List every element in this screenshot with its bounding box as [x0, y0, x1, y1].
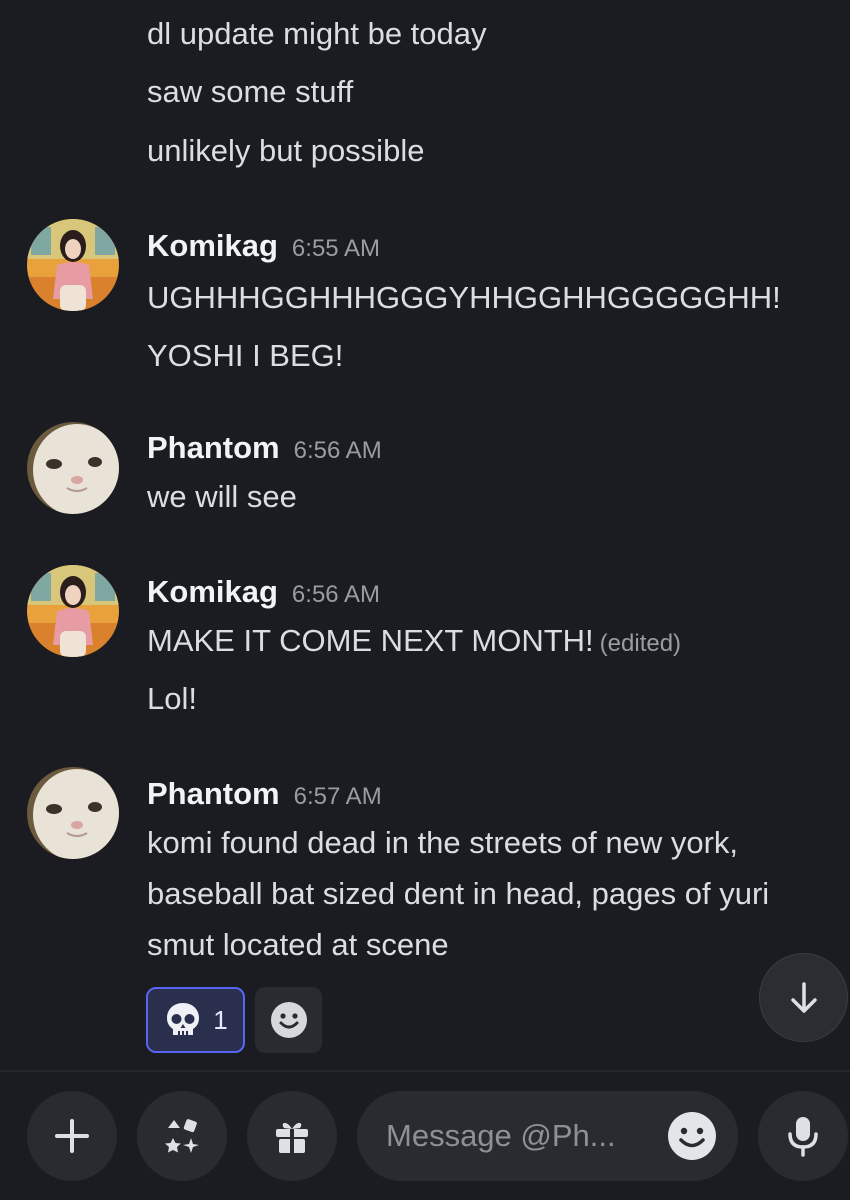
edited-label: (edited)	[599, 630, 682, 657]
timestamp: 6:56 AM	[291, 581, 380, 608]
author-name[interactable]: Komikag	[147, 574, 278, 609]
timestamp: 6:57 AM	[293, 783, 382, 810]
message-line: komi found dead in the streets of new yo…	[147, 825, 739, 860]
message-header: Phantom 6:56 AM	[147, 428, 382, 468]
gift-button[interactable]	[247, 1091, 337, 1181]
apps-button[interactable]	[137, 1091, 227, 1181]
message-line: Lol!	[147, 681, 197, 716]
message-line: YOSHI I BEG!	[147, 338, 344, 373]
komikag-avatar[interactable]	[27, 565, 119, 657]
message-line: MAKE IT COME NEXT MONTH! (edited)	[147, 621, 681, 664]
message-composer: Message @Ph...	[0, 1072, 850, 1200]
gift-icon	[276, 1122, 308, 1153]
message-line: saw some stuff	[147, 74, 354, 109]
apps-icon	[165, 1119, 199, 1153]
message-line: dl update might be today	[147, 16, 487, 51]
message-line: smut located at scene	[147, 927, 449, 962]
voice-message-button[interactable]	[758, 1091, 848, 1181]
reaction-count: 1	[213, 1004, 228, 1035]
message-header: Phantom 6:57 AM	[147, 774, 382, 814]
plus-icon	[55, 1119, 89, 1153]
reaction-skull[interactable]: 1	[146, 987, 245, 1053]
microphone-icon	[788, 1117, 818, 1157]
phantom-cat-avatar[interactable]	[27, 422, 119, 514]
message-text: MAKE IT COME NEXT MONTH!	[147, 623, 594, 658]
message-header: Komikag 6:55 AM	[147, 226, 380, 266]
emoji-icon[interactable]	[666, 1110, 718, 1162]
author-name[interactable]: Phantom	[147, 430, 280, 465]
phantom-cat-avatar[interactable]	[27, 767, 119, 859]
message-line: unlikely but possible	[147, 133, 425, 168]
author-name[interactable]: Phantom	[147, 776, 280, 811]
message-input[interactable]: Message @Ph...	[357, 1091, 738, 1181]
timestamp: 6:55 AM	[291, 235, 380, 262]
author-name[interactable]: Komikag	[147, 228, 278, 263]
jump-to-present-button[interactable]	[759, 953, 848, 1042]
message-line: baseball bat sized dent in head, pages o…	[147, 876, 770, 911]
message-line: UGHHHGGHHHGGGYHHGGHHGGGGGHH!	[147, 280, 781, 315]
smiley-icon	[270, 1002, 307, 1038]
arrow-down-icon	[790, 981, 817, 1013]
attach-button[interactable]	[27, 1091, 117, 1181]
skull-icon	[167, 1003, 200, 1035]
timestamp: 6:56 AM	[293, 437, 382, 464]
komikag-avatar[interactable]	[27, 219, 119, 311]
message-line: we will see	[147, 479, 297, 514]
message-input-placeholder: Message @Ph...	[386, 1118, 616, 1153]
message-list: dl update might be today saw some stuff …	[0, 0, 850, 1070]
add-reaction-button[interactable]	[255, 987, 322, 1053]
message-header: Komikag 6:56 AM	[147, 572, 380, 612]
